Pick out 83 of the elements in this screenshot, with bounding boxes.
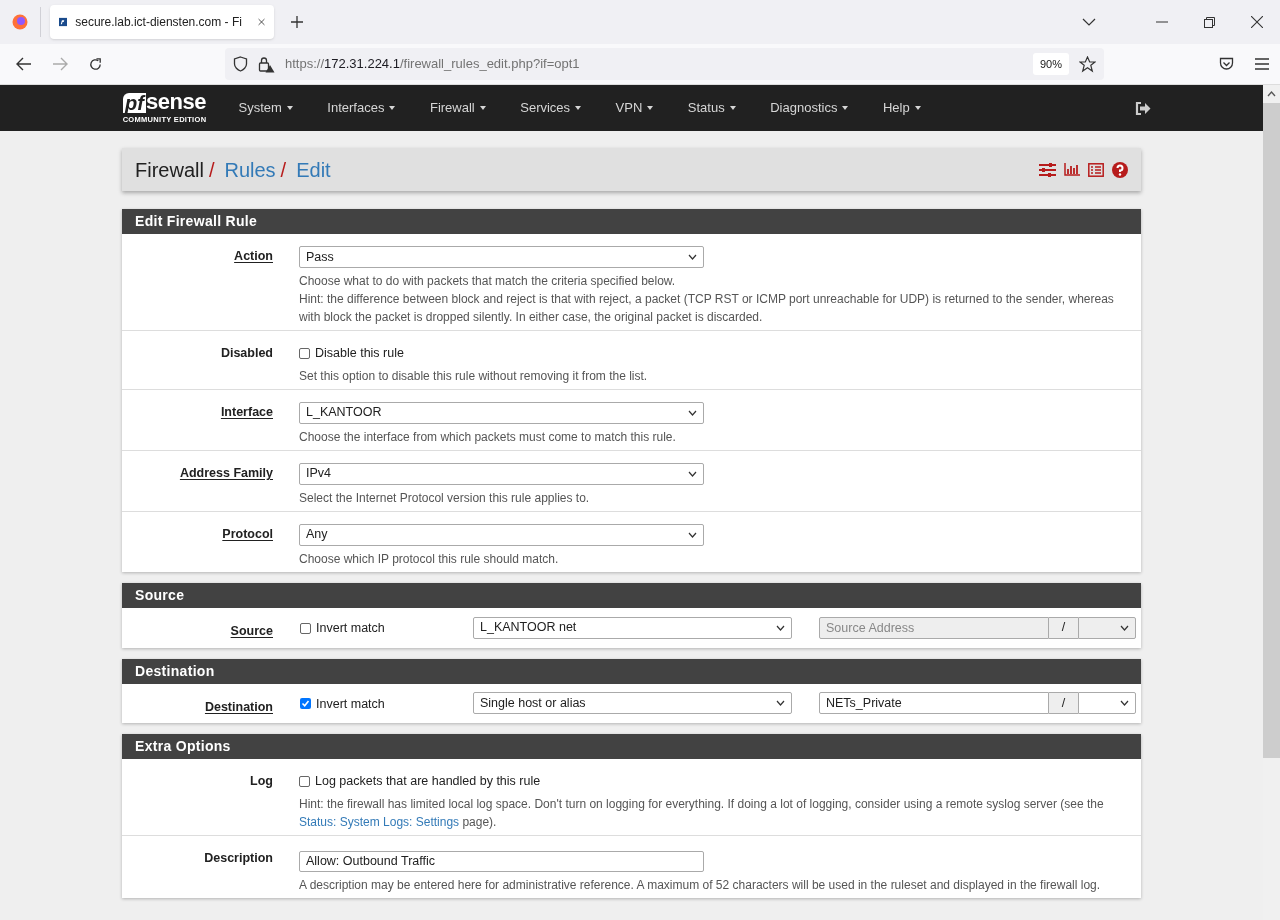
reload-icon[interactable] bbox=[88, 56, 103, 72]
section-header: Destination bbox=[122, 658, 1141, 684]
field-label: Description bbox=[204, 851, 273, 865]
field-label: Protocol bbox=[222, 526, 273, 541]
close-icon[interactable] bbox=[1251, 16, 1263, 28]
field-label: Source bbox=[230, 623, 273, 638]
help-text: A description may be entered here for administrative reference. A maximum of 52 characters will be used in the ruleset and displayed in the firewall log. bbox=[299, 877, 1102, 894]
checkbox[interactable] bbox=[299, 347, 310, 359]
select-dropdown[interactable]: Pass bbox=[299, 246, 704, 268]
scroll-up-icon[interactable] bbox=[1267, 91, 1276, 97]
zoom-level[interactable]: 90% bbox=[1032, 52, 1069, 76]
tab-title: secure.lab.ict-diensten.com - Fi bbox=[75, 14, 242, 31]
nav-menu[interactable]: Diagnostics bbox=[758, 85, 861, 131]
help-text: Hint: the difference between block and reject is that with reject, a packet (TCP RST or ICMP port unreachable for UDP) is returned to the sender, whereas with block the packet is dropped silently. In either case, the original packet is discarded. bbox=[299, 291, 1115, 326]
checkbox-label[interactable]: Invert match bbox=[316, 618, 385, 638]
field-label: Action bbox=[234, 249, 273, 263]
caret-icon bbox=[688, 409, 697, 416]
field-label: Log bbox=[250, 774, 273, 789]
nav-menu[interactable]: Interfaces bbox=[315, 85, 408, 131]
help-text: Hint: the firewall has limited local log space. Don't turn on logging for everything. If doing a lot of logging, consider using a remote syslog server (see the Status: System Logs: Settings page). bbox=[299, 796, 1105, 831]
checkbox[interactable] bbox=[299, 776, 310, 788]
slash-text: / bbox=[1061, 621, 1066, 634]
input-field[interactable]: NETs_Private bbox=[819, 692, 1049, 715]
caret-icon bbox=[688, 531, 697, 538]
lock-warning-icon[interactable] bbox=[258, 55, 275, 73]
checkbox-label[interactable]: Invert match bbox=[316, 694, 385, 714]
field-label: Address Family bbox=[179, 465, 273, 480]
help-text: Choose which IP protocol this rule should match. bbox=[299, 550, 560, 568]
nav-menu[interactable]: VPN bbox=[603, 85, 666, 131]
nav-menu[interactable]: System bbox=[226, 85, 305, 131]
checkbox[interactable] bbox=[300, 622, 311, 634]
logout-icon[interactable] bbox=[1135, 101, 1151, 115]
checkbox-label[interactable]: Disable this rule bbox=[315, 344, 404, 363]
section-header: Extra Options bbox=[122, 734, 1141, 760]
browser-tab[interactable]: secure.lab.ict-diensten.com - Fi bbox=[50, 5, 274, 39]
help-text: Select the Internet Protocol version this rule applies to. bbox=[299, 489, 591, 507]
chevron-down-icon[interactable] bbox=[1082, 18, 1096, 26]
star-icon[interactable] bbox=[1079, 55, 1096, 73]
shield-icon[interactable] bbox=[233, 56, 248, 72]
address-bar[interactable]: https://172.31.224.1/firewall_rules_edit.php?if=opt1 90% bbox=[225, 48, 1104, 80]
select-dropdown[interactable]: Any bbox=[299, 523, 704, 546]
select-dropdown[interactable]: L_KANTOOR bbox=[299, 401, 704, 424]
bar-chart-icon[interactable] bbox=[1064, 163, 1080, 176]
field-label: Destination bbox=[204, 699, 273, 714]
nav-menu[interactable]: Firewall bbox=[417, 85, 498, 131]
help-text: Choose the interface from which packets must come to match this rule. bbox=[299, 428, 677, 446]
help-link[interactable]: Status: System Logs: Settings bbox=[299, 815, 460, 829]
back-icon[interactable] bbox=[16, 57, 32, 71]
caret-icon bbox=[1120, 700, 1129, 707]
caret-icon bbox=[776, 624, 785, 631]
input-field[interactable]: Allow: Outbound Traffic bbox=[299, 850, 704, 872]
restore-icon[interactable] bbox=[1204, 16, 1215, 28]
checkbox-label[interactable]: Log packets that are handled by this rule bbox=[315, 772, 541, 791]
slash-text: / bbox=[1061, 697, 1066, 710]
nav-menu[interactable]: Help bbox=[870, 85, 933, 131]
browser-logo-icon[interactable] bbox=[12, 14, 28, 30]
field-label: Interface bbox=[220, 404, 273, 419]
select-dropdown[interactable]: IPv4 bbox=[299, 462, 704, 485]
select-dropdown[interactable]: Single host or alias bbox=[473, 692, 792, 715]
field-label: Disabled bbox=[220, 346, 273, 360]
caret-icon bbox=[688, 470, 697, 477]
select-dropdown[interactable]: L_KANTOOR net bbox=[473, 616, 792, 639]
url-text: https://172.31.224.1/firewall_rules_edit.php?if=opt1 bbox=[285, 55, 580, 74]
caret-icon bbox=[688, 254, 697, 260]
list-icon[interactable] bbox=[1088, 162, 1104, 177]
section-header: Edit Firewall Rule bbox=[122, 209, 1141, 234]
nav-menu[interactable]: Services bbox=[508, 85, 594, 131]
section-header: Source bbox=[122, 582, 1141, 608]
caret-icon bbox=[776, 700, 785, 707]
help-icon[interactable] bbox=[1112, 161, 1128, 178]
breadcrumb-item: Firewall bbox=[135, 157, 204, 183]
new-tab-icon[interactable] bbox=[290, 15, 304, 29]
nav-menu[interactable]: Status bbox=[675, 85, 748, 131]
pfsense-favicon-icon bbox=[59, 15, 68, 29]
pocket-icon[interactable] bbox=[1219, 57, 1234, 71]
breadcrumb-separator: / bbox=[280, 157, 287, 183]
caret-icon bbox=[1120, 624, 1129, 631]
help-text: Choose what to do with packets that match the criteria specified below. bbox=[299, 273, 677, 290]
help-text: Set this option to disable this rule without removing it from the list. bbox=[299, 367, 649, 385]
checkbox[interactable] bbox=[300, 698, 311, 710]
sliders-icon[interactable] bbox=[1039, 162, 1056, 177]
menu-icon[interactable] bbox=[1255, 58, 1269, 70]
breadcrumb-separator: / bbox=[208, 157, 215, 183]
